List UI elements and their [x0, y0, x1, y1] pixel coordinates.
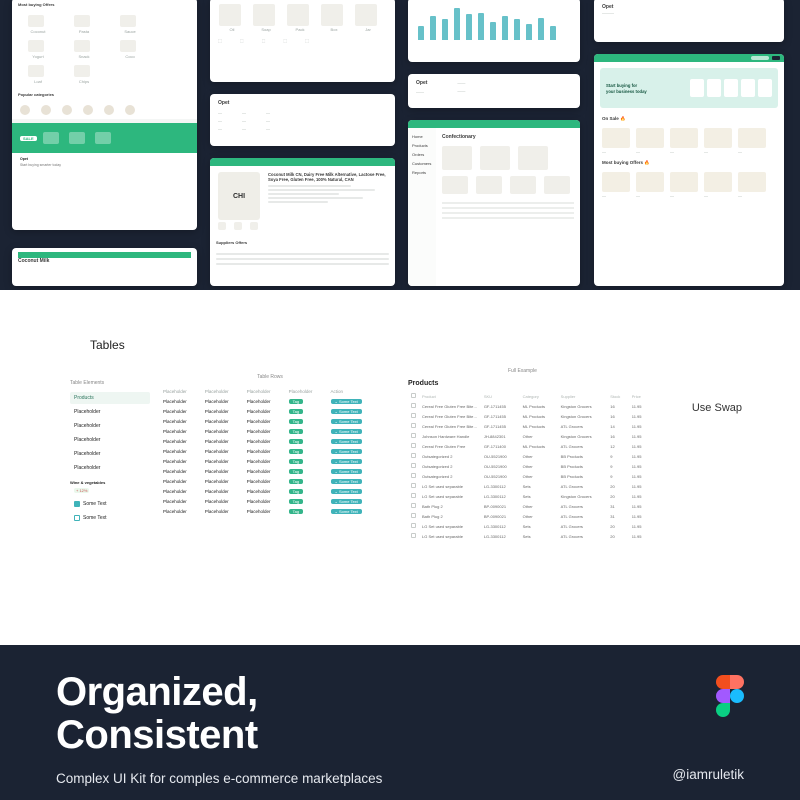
tree-node[interactable]: Placeholder: [70, 434, 150, 446]
mock-screen-stats: Opet—— ————: [408, 74, 580, 108]
table: ProductSKUCategorySupplierStockPrice Cer…: [408, 391, 658, 541]
table-row[interactable]: Cereal Free Gluten FreeGF-1711400ML Prod…: [408, 441, 658, 451]
table-row[interactable]: Cereal Free Gluten Free Bites 2GF-171145…: [408, 411, 658, 421]
bar: [526, 24, 532, 40]
mock-screen-products: Oil Soap Pack Box Jar ⬚⬚⬚⬚⬚: [210, 0, 395, 82]
product-image: CHI: [218, 172, 260, 220]
mock-screen-product-detail: CHI Coconut Milk CN, Dairy Free Milk Alt…: [210, 158, 395, 286]
table-row[interactable]: Outsategorized 2OU-5521900OtherBB Produc…: [408, 451, 658, 461]
table-row[interactable]: PlaceholderPlaceholderPlaceholderTag⌄ So…: [160, 416, 380, 426]
section-title: Most buying Offers 🔥: [594, 158, 784, 168]
bar: [514, 19, 520, 40]
section-title: On Sale 🔥: [594, 114, 784, 124]
page-title: Coconut Milk: [18, 258, 49, 264]
screens-collage: Most buying Offers Coconut Pasta Sauce Y…: [0, 0, 800, 285]
bar: [442, 19, 448, 40]
tree-check[interactable]: Some Text: [70, 498, 150, 510]
table-row[interactable]: PlaceholderPlaceholderPlaceholderTag⌄ So…: [160, 456, 380, 466]
mock-screen-footer: Opet ——— ——— ———: [210, 94, 395, 146]
caption: Full Example: [508, 368, 537, 374]
mock-screen-storefront: Most buying Offers Coconut Pasta Sauce Y…: [12, 0, 197, 230]
tree-node[interactable]: Placeholder: [70, 448, 150, 460]
figma-icon: [716, 675, 744, 719]
table-row[interactable]: PlaceholderPlaceholderPlaceholderTag⌄ So…: [160, 506, 380, 516]
tree-stat: + 12%: [70, 485, 150, 496]
table-row[interactable]: LG Set used separableLG-3300112SetsATL G…: [408, 531, 658, 541]
tree-node[interactable]: Placeholder: [70, 420, 150, 432]
categories-row: [12, 101, 197, 119]
section-title: Popular categories: [18, 92, 54, 97]
promo-banner: SALE: [12, 123, 197, 153]
section-title: Most buying Offers: [18, 2, 54, 7]
table-row[interactable]: Bath Plug 2BP-0090021OtherATL Grocers311…: [408, 501, 658, 511]
caption: Table Elements: [70, 380, 150, 386]
table: PlaceholderPlaceholderPlaceholderPlaceho…: [160, 386, 380, 516]
table-row[interactable]: Outsategorized 2OU-5521900OtherBB Produc…: [408, 471, 658, 481]
bar: [478, 13, 484, 40]
checkbox-icon: [74, 515, 80, 521]
author-handle[interactable]: @iamruletik: [673, 767, 744, 782]
table-row[interactable]: PlaceholderPlaceholderPlaceholderTag⌄ So…: [160, 446, 380, 456]
bar: [502, 16, 508, 40]
table-row[interactable]: Johnson Hardware HandleJH-8842301OtherKi…: [408, 431, 658, 441]
table-row[interactable]: PlaceholderPlaceholderPlaceholderTag⌄ So…: [160, 436, 380, 446]
promo-subtitle: Complex UI Kit for comples e-commerce ma…: [56, 771, 744, 786]
tree-check[interactable]: Some Text: [70, 512, 150, 524]
hero-banner: Start buying for your business today: [600, 68, 778, 108]
bar: [430, 16, 436, 40]
table-row[interactable]: LG Set used separableLG-3300112SetsATL G…: [408, 481, 658, 491]
bar: [490, 22, 496, 40]
table-row[interactable]: PlaceholderPlaceholderPlaceholderTag⌄ So…: [160, 496, 380, 506]
swap-hint: Use Swap: [692, 402, 742, 414]
product-title: Coconut Milk CN, Dairy Free Milk Alterna…: [268, 172, 387, 183]
table-row[interactable]: Cereal Free Gluten Free Bites 2GF-171145…: [408, 401, 658, 411]
mock-screen-info: Opet ———: [594, 0, 784, 42]
brand-footer: Opet Start buying smarter today: [12, 153, 197, 179]
page-title: Confectionary: [442, 134, 476, 140]
mock-screen-chart: [408, 0, 580, 62]
table-row[interactable]: PlaceholderPlaceholderPlaceholderTag⌄ So…: [160, 426, 380, 436]
table-row[interactable]: PlaceholderPlaceholderPlaceholderTag⌄ So…: [160, 486, 380, 496]
table-row[interactable]: PlaceholderPlaceholderPlaceholderTag⌄ So…: [160, 466, 380, 476]
promo-heading: Organized,Consistent: [56, 671, 744, 757]
offers-grid: Coconut Pasta Sauce Yogurt Snack Coco Lo…: [12, 11, 197, 88]
bar: [454, 8, 460, 40]
tree-node[interactable]: Placeholder: [70, 406, 150, 418]
sidebar: Home Products Orders Customers Reports: [408, 128, 436, 286]
table-row[interactable]: LG Set used separableLG-3300112SetsATL G…: [408, 521, 658, 531]
mock-screen-home: Start buying for your business today On …: [594, 54, 784, 286]
tree-node[interactable]: Placeholder: [70, 462, 150, 474]
table-row[interactable]: Cereal Free Gluten Free Bites 2GF-171145…: [408, 421, 658, 431]
bar: [550, 26, 556, 40]
checkbox-icon: [74, 501, 80, 507]
table-row[interactable]: PlaceholderPlaceholderPlaceholderTag⌄ So…: [160, 406, 380, 416]
mock-screen-admin: Home Products Orders Customers Reports C…: [408, 120, 580, 286]
products-table-example: Full Example Products ProductSKUCategory…: [408, 380, 658, 541]
tables-panel: Tables Table Elements Products Placehold…: [0, 290, 800, 645]
table-row[interactable]: Outsategorized 2OU-5521900OtherBB Produc…: [408, 461, 658, 471]
table-elements-tree: Table Elements Products Placeholder Plac…: [70, 380, 150, 526]
table-row[interactable]: PlaceholderPlaceholderPlaceholderTag⌄ So…: [160, 396, 380, 406]
promo-footer: Organized,Consistent Complex UI Kit for …: [0, 645, 800, 800]
bar: [418, 26, 424, 40]
bar: [538, 18, 544, 40]
caption: Table Rows: [160, 374, 380, 380]
bar-chart: [418, 4, 570, 40]
table-row[interactable]: LG Set used separableLG-3300112SetsKings…: [408, 491, 658, 501]
table-row[interactable]: PlaceholderPlaceholderPlaceholderTag⌄ So…: [160, 476, 380, 486]
table-row[interactable]: Bath Plug 2BP-0090021OtherATL Grocers311…: [408, 511, 658, 521]
tree-node[interactable]: Products: [70, 392, 150, 404]
mock-screen-product-peek: Coconut Milk: [12, 248, 197, 286]
bar: [466, 14, 472, 40]
table-title: Products: [408, 380, 658, 387]
section-title: Suppliers Offers: [216, 240, 247, 245]
section-title: Tables: [90, 338, 125, 352]
table-rows-example: Table Rows PlaceholderPlaceholderPlaceho…: [160, 374, 380, 516]
